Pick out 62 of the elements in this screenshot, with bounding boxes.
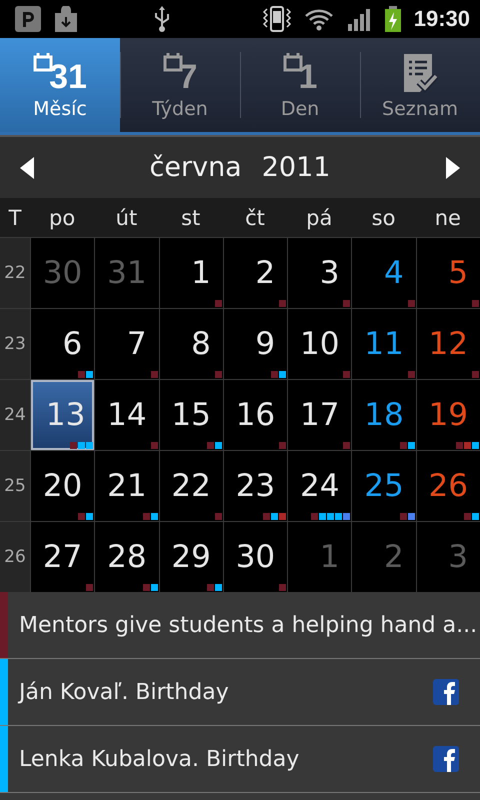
day-cell[interactable]: 23 — [224, 451, 288, 521]
battery-icon — [384, 5, 402, 33]
day-cell[interactable]: 22 — [160, 451, 223, 521]
day-cell[interactable]: 16 — [224, 380, 288, 450]
day-cell[interactable]: 28 — [95, 522, 159, 592]
day-cell[interactable]: 9 — [224, 309, 288, 379]
day-cell[interactable]: 30 — [224, 522, 288, 592]
day-cell[interactable]: 19 — [416, 380, 480, 450]
day-cell[interactable]: 14 — [95, 380, 159, 450]
calendar-icon — [162, 52, 183, 74]
event-title[interactable]: Ján Kovaľ. Birthday — [8, 680, 433, 704]
year: 2011 — [262, 152, 330, 183]
day-cell[interactable]: 26 — [416, 451, 480, 521]
left-arrow-icon — [20, 156, 34, 178]
checklist-icon — [402, 52, 438, 94]
weekday-header: čt — [245, 206, 265, 230]
view-tab[interactable]: 1 Den — [240, 38, 360, 132]
month-name: června — [150, 152, 242, 183]
week-number: 23 — [4, 334, 26, 354]
usb-icon — [152, 5, 172, 33]
weekday-header: pá — [306, 206, 332, 230]
day-cell[interactable]: 13 — [31, 380, 94, 450]
weekday-header: st — [181, 206, 200, 230]
day-cell[interactable]: 27 — [31, 522, 94, 592]
day-cell[interactable]: 29 — [160, 522, 223, 592]
week-number: 22 — [4, 263, 26, 283]
day-cell[interactable]: 4 — [352, 238, 416, 308]
day-cell[interactable]: 3 — [288, 238, 352, 308]
view-tab[interactable]: 31 Měsíc — [0, 38, 120, 132]
day-cell[interactable]: 11 — [352, 309, 416, 379]
clock-time: 19:30 — [414, 6, 470, 32]
event-title[interactable]: Lenka Kubalova. Birthday — [8, 746, 433, 772]
weekday-header: út — [116, 206, 138, 230]
day-cell[interactable]: 7 — [95, 309, 159, 379]
week-number: 25 — [4, 476, 26, 496]
day-cell[interactable]: 21 — [95, 451, 159, 521]
day-cell[interactable]: 6 — [31, 309, 94, 379]
right-arrow-icon — [446, 156, 460, 178]
week-column-header: T — [8, 206, 22, 230]
download-icon — [54, 6, 78, 32]
weekday-header: so — [372, 206, 396, 230]
parking-app-icon — [14, 5, 42, 33]
day-cell[interactable]: 8 — [160, 309, 223, 379]
vibrate-icon — [262, 5, 292, 33]
day-cell[interactable]: 24 — [288, 451, 352, 521]
signal-icon — [346, 6, 372, 32]
weekday-header: po — [49, 206, 76, 230]
week-number: 24 — [4, 405, 26, 425]
day-cell[interactable]: 20 — [31, 451, 94, 521]
weekday-header: ne — [434, 206, 461, 230]
day-cell[interactable]: 25 — [352, 451, 416, 521]
event-title[interactable]: Mentors give students a helping hand a... — [8, 612, 480, 638]
day-cell[interactable]: 18 — [352, 380, 416, 450]
day-cell[interactable]: 1 — [160, 238, 223, 308]
day-cell[interactable]: 2 — [224, 238, 288, 308]
view-tab[interactable]: Seznam — [360, 38, 480, 132]
day-cell[interactable]: 17 — [288, 380, 352, 450]
week-number: 26 — [4, 547, 26, 567]
day-cell[interactable]: 10 — [288, 309, 352, 379]
day-cell[interactable]: 12 — [416, 309, 480, 379]
day-cell[interactable]: 15 — [160, 380, 223, 450]
day-cell[interactable]: 5 — [416, 238, 480, 308]
